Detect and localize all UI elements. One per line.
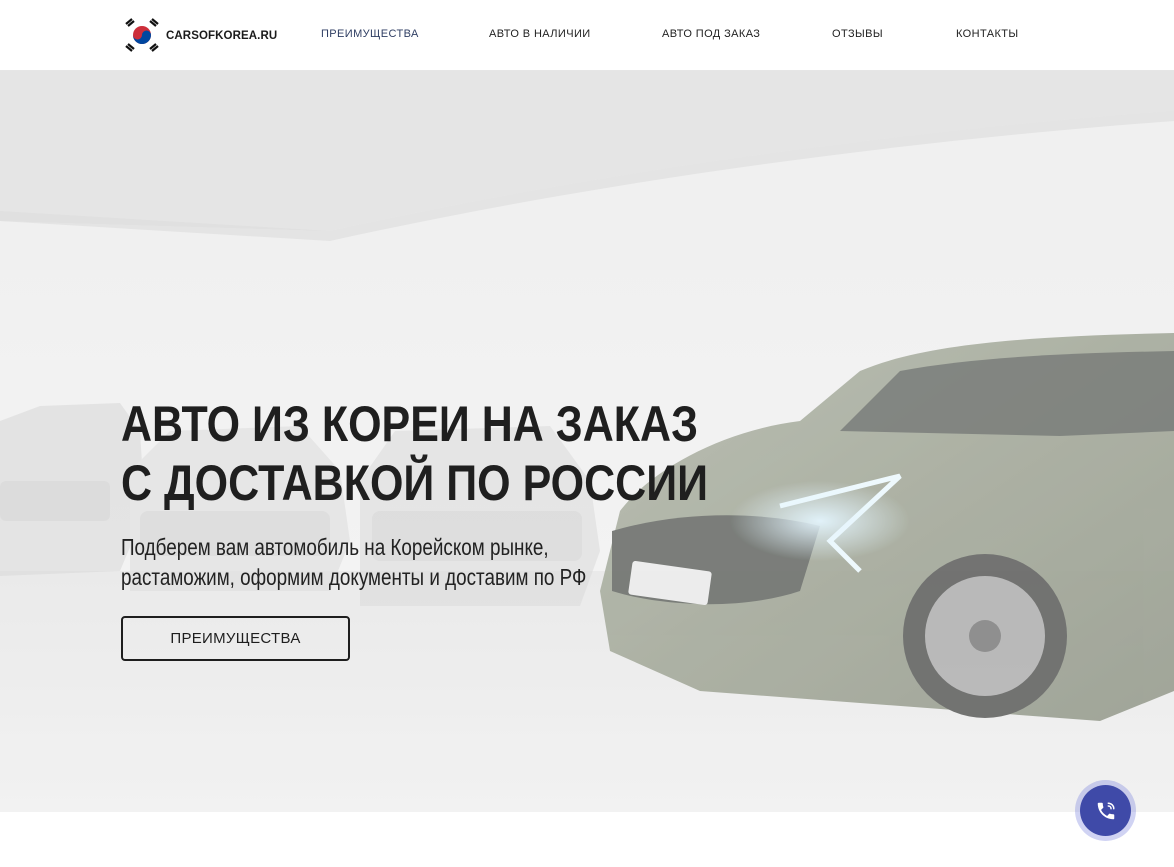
hero-subtitle-line-2: растаможим, оформим документы и доставим… (121, 564, 587, 590)
call-widget-button[interactable] (1080, 785, 1131, 836)
hero-section: АВТО ИЗ КОРЕИ НА ЗАКАЗ С ДОСТАВКОЙ ПО РО… (0, 71, 1174, 812)
hero-title: АВТО ИЗ КОРЕИ НА ЗАКАЗ С ДОСТАВКОЙ ПО РО… (121, 395, 709, 513)
logo[interactable]: CARSOFKOREA.RU (123, 18, 277, 52)
hero-subtitle-line-1: Подберем вам автомобиль на Корейском рын… (121, 534, 549, 560)
korea-flag-icon (125, 18, 159, 52)
hero-title-line-1: АВТО ИЗ КОРЕИ НА ЗАКАЗ (121, 396, 699, 452)
logo-text: CARSOFKOREA.RU (166, 29, 278, 42)
advantages-button[interactable]: ПРЕИМУЩЕСТВА (121, 616, 350, 661)
nav-advantages[interactable]: ПРЕИМУЩЕСТВА (321, 28, 419, 40)
nav-contacts[interactable]: КОНТАКТЫ (956, 28, 1019, 40)
nav-cars-in-stock[interactable]: АВТО В НАЛИЧИИ (489, 28, 591, 40)
phone-icon (1097, 801, 1115, 819)
nav-reviews[interactable]: ОТЗЫВЫ (832, 28, 883, 40)
hero-subtitle: Подберем вам автомобиль на Корейском рын… (121, 532, 587, 592)
hero-title-line-2: С ДОСТАВКОЙ ПО РОССИИ (121, 455, 709, 511)
site-header: CARSOFKOREA.RU ПРЕИМУЩЕСТВА АВТО В НАЛИЧ… (0, 0, 1174, 71)
nav-cars-to-order[interactable]: АВТО ПОД ЗАКАЗ (662, 28, 760, 40)
